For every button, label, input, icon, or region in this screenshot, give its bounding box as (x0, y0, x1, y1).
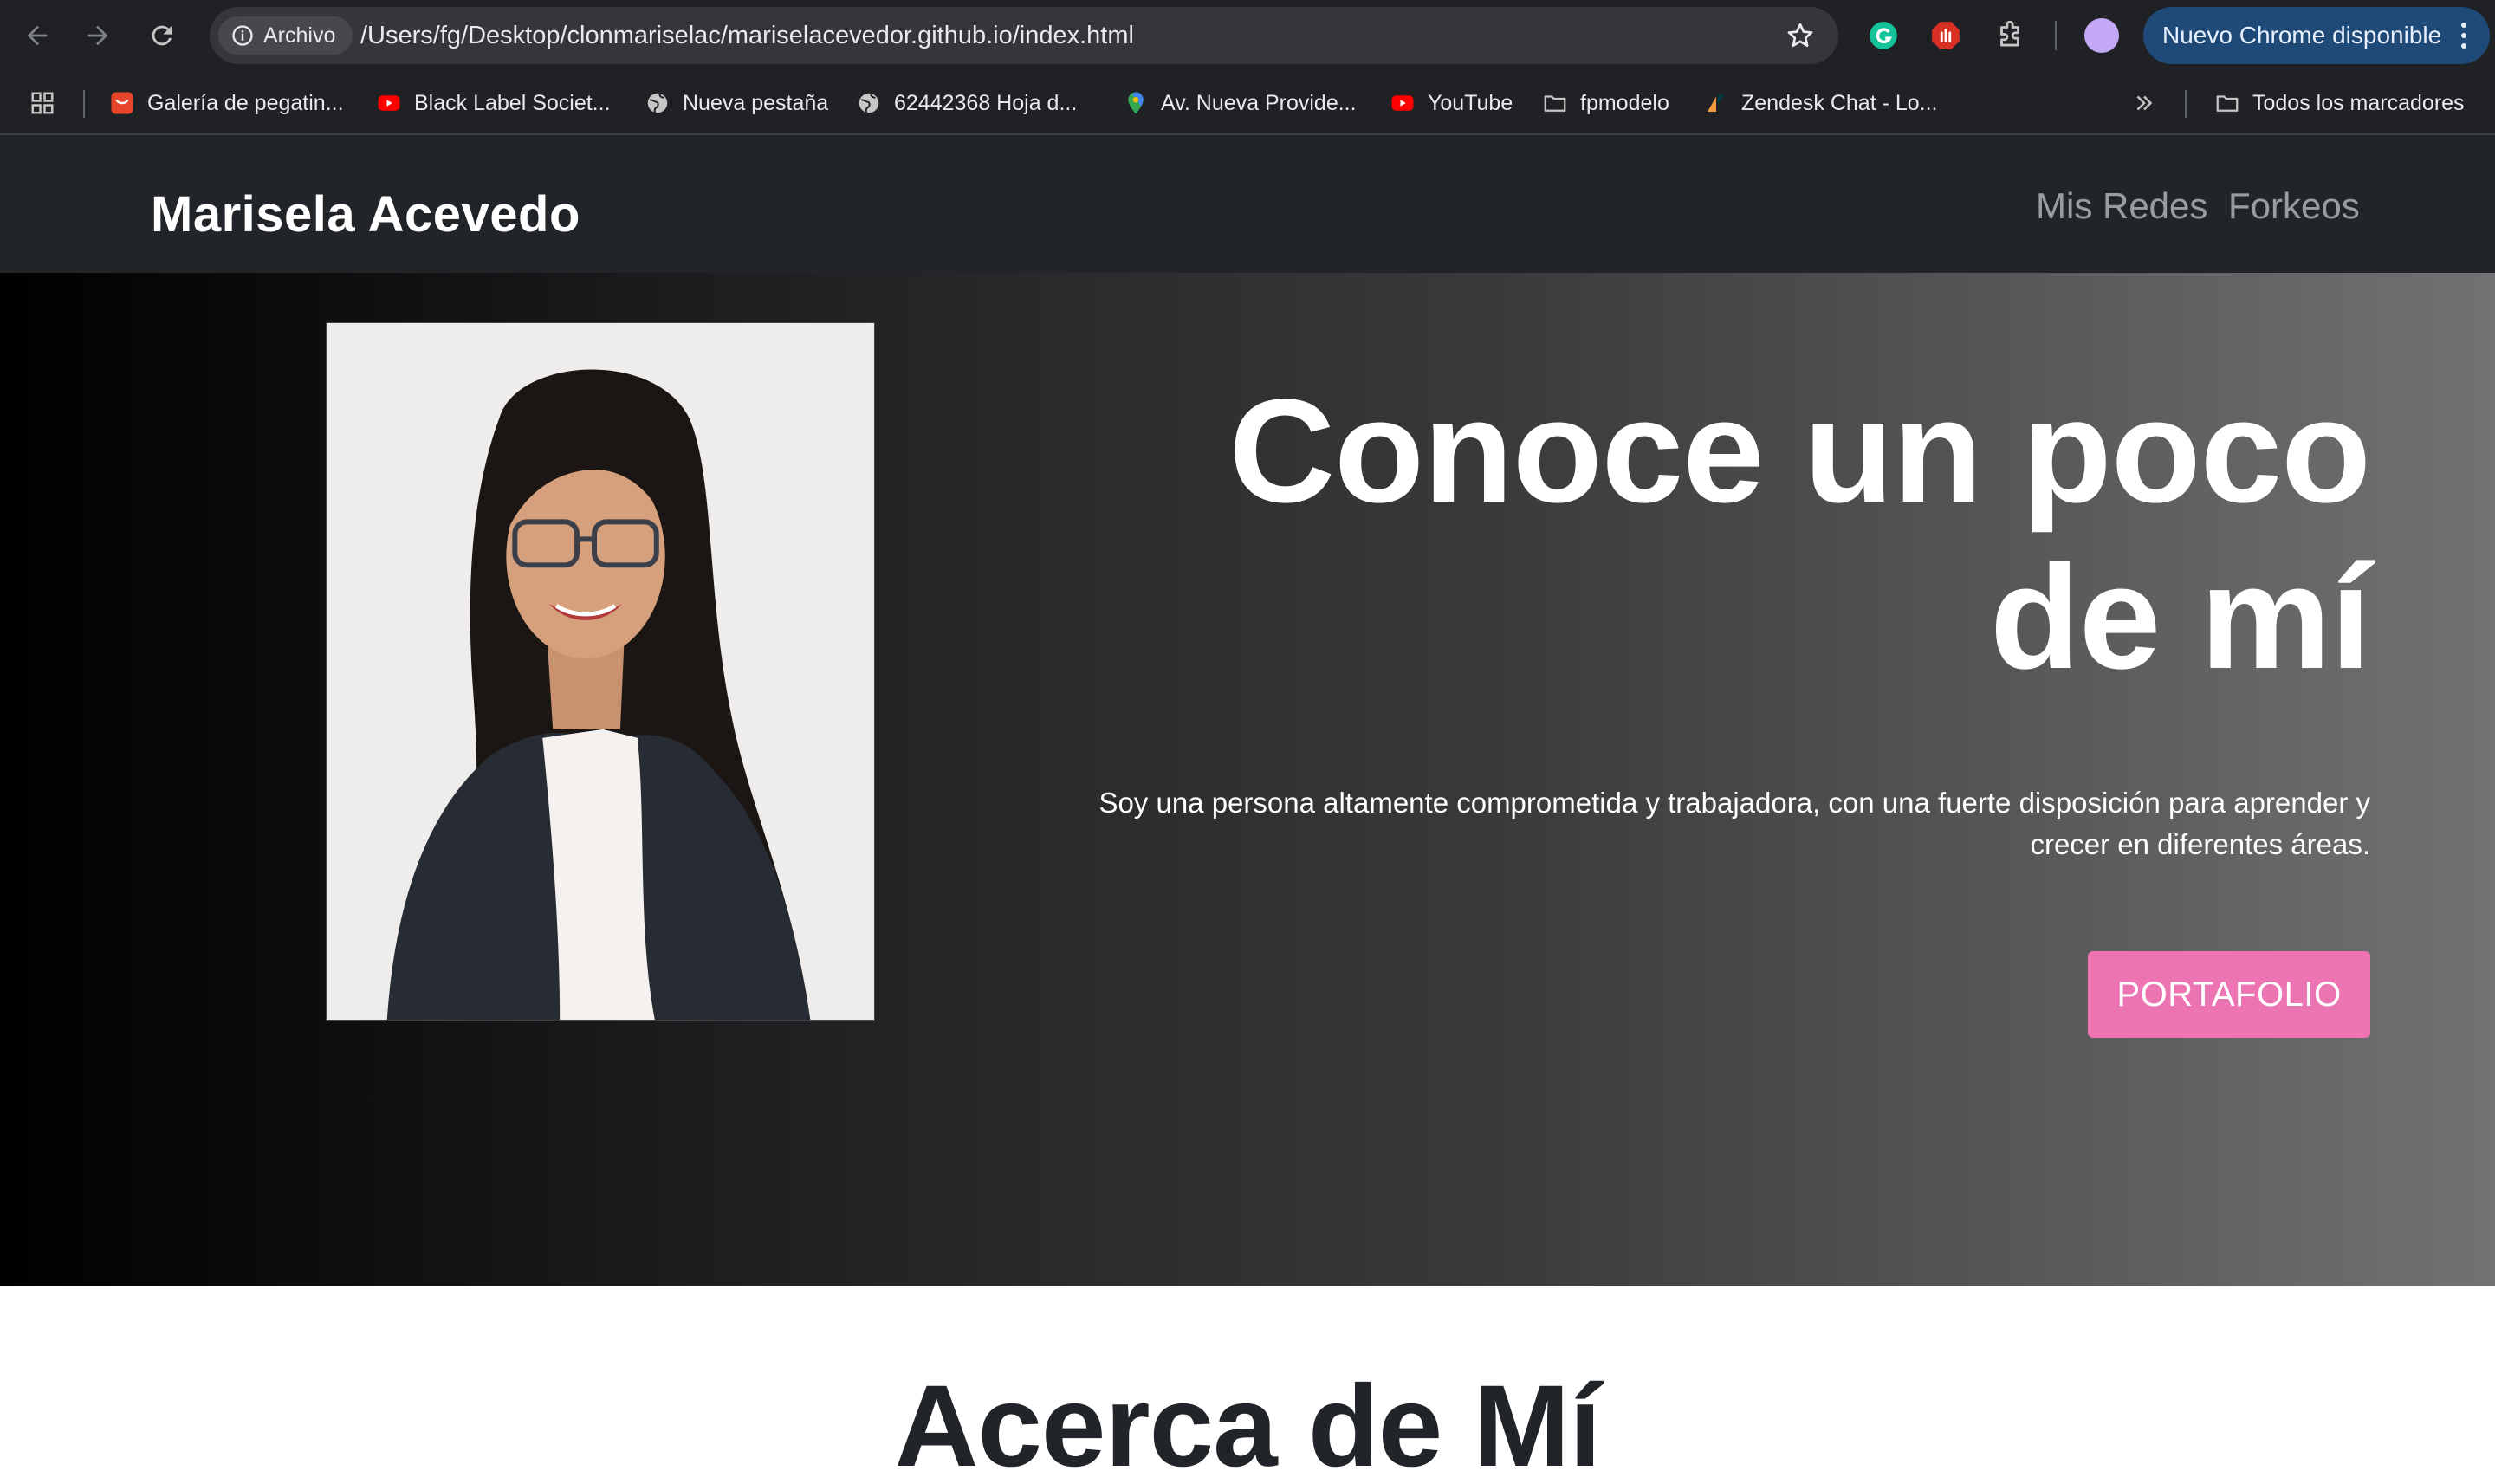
bookmark-label: Nueva pestaña (683, 90, 829, 115)
nav-link-mis-redes[interactable]: Mis Redes (2036, 185, 2207, 227)
hero-description-line: crecer en diferentes áreas. (2030, 828, 2370, 860)
more-bookmarks-button[interactable] (2131, 71, 2157, 135)
about-heading: Acerca de Mí (894, 1362, 1602, 1484)
bookmark-label: YouTube (1428, 90, 1513, 115)
hero-title-line: de mí (1989, 535, 2371, 700)
folder-icon (1544, 95, 1566, 112)
adblock-extension[interactable] (1927, 16, 1965, 55)
nav-link-forkeos[interactable]: Forkeos (2228, 185, 2360, 227)
arrow-left-icon (27, 25, 48, 46)
site-info-chip[interactable]: Archivo (218, 16, 353, 55)
address-bar[interactable]: Archivo /Users/fg/Desktop/clonmariselac/… (210, 7, 1838, 64)
bookmark-item[interactable]: YouTube (1390, 71, 1513, 135)
portrait-photo (326, 322, 875, 1021)
reload-button[interactable] (140, 14, 184, 57)
site-brand[interactable]: Marisela Acevedo (151, 185, 580, 243)
bookmark-label: Todos los marcadores (2252, 90, 2465, 115)
bookmark-item[interactable]: Galería de pegatin... (109, 71, 344, 135)
chevron-double-right-icon (2136, 95, 2153, 111)
aliexpress-icon (111, 92, 133, 114)
bookmark-item[interactable]: 62442368 Hoja d... (856, 71, 1077, 135)
profile-avatar[interactable] (2084, 18, 2119, 53)
bookmark-label: Zendesk Chat - Lo... (1741, 90, 1938, 115)
bookmark-item[interactable]: Black Label Societ... (376, 71, 611, 135)
bookmark-label: Black Label Societ... (414, 90, 611, 115)
apps-button[interactable] (29, 71, 55, 135)
site-navbar: Marisela Acevedo Mis Redes Forkeos (0, 135, 2495, 273)
globe-icon (647, 93, 668, 113)
reload-icon (152, 25, 172, 46)
all-bookmarks-folder[interactable]: Todos los marcadores (2214, 71, 2465, 135)
bookmarks-divider (83, 90, 85, 118)
back-button[interactable] (16, 14, 59, 57)
zendesk-icon (1708, 94, 1725, 112)
maps-pin-icon (1128, 92, 1144, 114)
info-icon (232, 25, 253, 46)
bookmarks-bar: Galería de pegatin... Black Label Societ… (0, 71, 2495, 135)
hero-section: Conoce un poco de mí Soy una persona alt… (0, 273, 2495, 1286)
folder-icon (2216, 95, 2239, 112)
browser-toolbar: Archivo /Users/fg/Desktop/clonmariselac/… (0, 0, 2495, 71)
bookmark-label: Av. Nueva Provide... (1161, 90, 1357, 115)
chrome-update-label: Nuevo Chrome disponible (2162, 22, 2442, 49)
youtube-icon (1391, 95, 1414, 111)
bookmarks-divider (2185, 90, 2187, 118)
site-info-label: Archivo (263, 23, 336, 48)
stop-hand-icon (1932, 22, 1960, 49)
bookmark-item[interactable]: Nueva pestaña (645, 71, 828, 135)
puzzle-icon (2000, 20, 2019, 47)
chrome-update-button[interactable]: Nuevo Chrome disponible (2143, 7, 2490, 64)
toolbar-divider (2055, 21, 2057, 50)
hero-title-line: Conoce un poco (1228, 369, 2371, 534)
bookmark-label: 62442368 Hoja d... (894, 90, 1078, 115)
bookmark-item[interactable]: Av. Nueva Provide... (1123, 71, 1357, 135)
bookmark-label: fpmodelo (1580, 90, 1669, 115)
bookmark-label: Galería de pegatin... (147, 90, 344, 115)
hero-description: Soy una persona altamente comprometida y… (1071, 782, 2370, 865)
grammarly-icon (1870, 22, 1897, 49)
bookmark-folder[interactable]: fpmodelo (1542, 71, 1669, 135)
portfolio-button[interactable]: PORTAFOLIO (2088, 951, 2370, 1038)
kebab-menu-icon[interactable] (2460, 23, 2467, 49)
hero-description-line: Soy una persona altamente comprometida y… (1098, 787, 2370, 819)
extensions-button[interactable] (1991, 16, 2029, 55)
globe-icon (859, 93, 879, 113)
portrait-illustration (327, 323, 874, 1020)
url-text[interactable]: /Users/fg/Desktop/clonmariselac/marisela… (360, 7, 1134, 64)
hero-title: Conoce un poco de mí (1157, 368, 2371, 701)
bookmark-star-icon[interactable] (1785, 20, 1816, 51)
youtube-icon (378, 95, 400, 111)
apps-grid-icon (31, 92, 54, 114)
bookmark-item[interactable]: Zendesk Chat - Lo... (1703, 71, 1938, 135)
forward-button[interactable] (76, 14, 120, 57)
grammarly-extension[interactable] (1864, 16, 1902, 55)
arrow-right-icon (87, 25, 108, 46)
